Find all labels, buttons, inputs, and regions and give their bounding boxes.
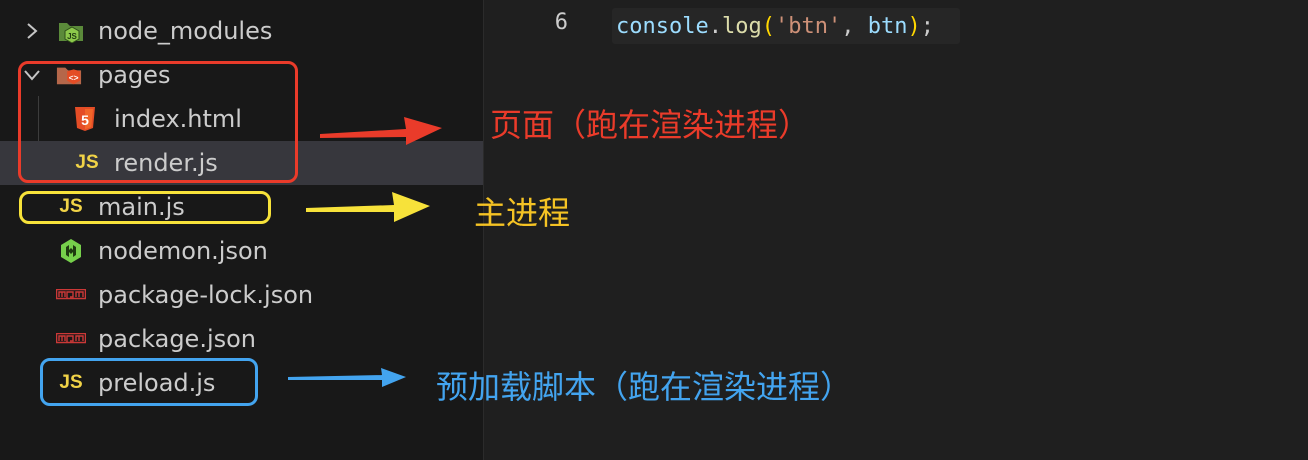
tree-item-package-lock-json[interactable]: package-lock.json — [0, 273, 483, 317]
code-token-method: log — [721, 13, 762, 39]
highlight-box-main — [19, 191, 271, 224]
annotation-renderer-page: 页面（跑在渲染进程） — [490, 106, 811, 144]
code-token-arg: btn — [867, 13, 908, 39]
code-line[interactable]: console. log('btn', btn); — [612, 8, 960, 44]
tree-item-nodemon-json[interactable]: nodemon.json — [0, 229, 483, 273]
highlight-box-pages — [18, 61, 298, 183]
code-token-close-paren: ) — [907, 13, 921, 39]
nodemon-icon — [58, 238, 84, 264]
chevron-right-icon — [22, 21, 42, 41]
code-token-open-paren: ( — [761, 13, 775, 39]
tree-item-package-json[interactable]: package.json — [0, 317, 483, 361]
annotation-preload-script: 预加载脚本（跑在渲染进程） — [436, 368, 853, 406]
yellow-arrow-icon — [306, 192, 430, 222]
tree-item-label: node_modules — [98, 17, 273, 45]
tree-item-node-modules[interactable]: JS node_modules — [0, 9, 483, 53]
tree-item-label: package-lock.json — [98, 281, 314, 309]
tree-item-label: package.json — [98, 325, 257, 353]
highlight-box-preload — [40, 358, 258, 406]
code-token-dot: . — [708, 13, 722, 39]
line-number: 6 — [554, 10, 568, 35]
npm-icon — [56, 326, 86, 352]
annotation-main-process: 主进程 — [474, 194, 571, 232]
node-modules-folder-icon: JS — [58, 18, 84, 44]
npm-icon — [56, 282, 86, 308]
svg-text:JS: JS — [67, 32, 77, 41]
blue-arrow-icon — [288, 368, 406, 387]
code-token-string: 'btn' — [774, 13, 842, 39]
code-token-object: console — [616, 13, 709, 39]
tree-item-label: nodemon.json — [98, 237, 268, 265]
red-arrow-icon — [320, 117, 442, 145]
code-token-semicolon: ; — [920, 13, 934, 39]
code-token-comma: , — [841, 13, 868, 39]
